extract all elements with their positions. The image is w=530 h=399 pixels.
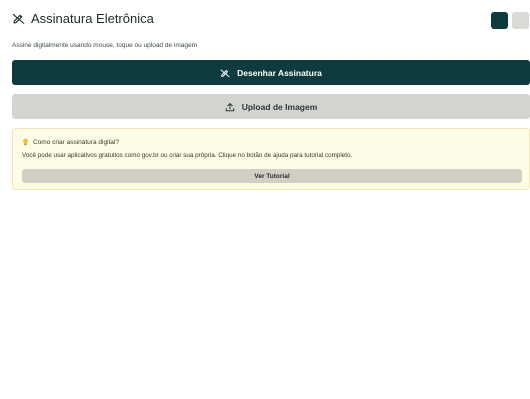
tip-description: Você pode usar aplicativos gratuitos com… — [22, 152, 353, 159]
signature-pen-icon — [220, 68, 230, 78]
signature-panel: Assinatura Eletrônica Assine digitalment… — [0, 0, 530, 399]
draw-signature-button[interactable]: Desenhar Assinatura — [12, 60, 530, 85]
header-secondary-button[interactable] — [512, 12, 529, 29]
lightbulb-icon — [22, 138, 29, 146]
signature-pen-icon — [12, 12, 25, 25]
draw-signature-label: Desenhar Assinatura — [237, 67, 322, 78]
tip-title: Como criar assinatura digital? — [22, 138, 119, 146]
header: Assinatura Eletrônica — [12, 11, 154, 26]
header-action-button[interactable] — [491, 12, 508, 29]
upload-image-label: Upload de Imagem — [241, 101, 318, 112]
page-title: Assinatura Eletrônica — [31, 11, 154, 26]
view-tutorial-button[interactable]: Ver Tutorial — [22, 169, 522, 183]
tip-title-text: Como criar assinatura digital? — [33, 138, 119, 146]
upload-icon — [225, 102, 235, 112]
page-subtitle: Assine digitalmente usando mouse, toque … — [12, 42, 198, 49]
help-tip-box: Como criar assinatura digital? Você pode… — [12, 128, 530, 190]
upload-image-button[interactable]: Upload de Imagem — [12, 94, 530, 119]
